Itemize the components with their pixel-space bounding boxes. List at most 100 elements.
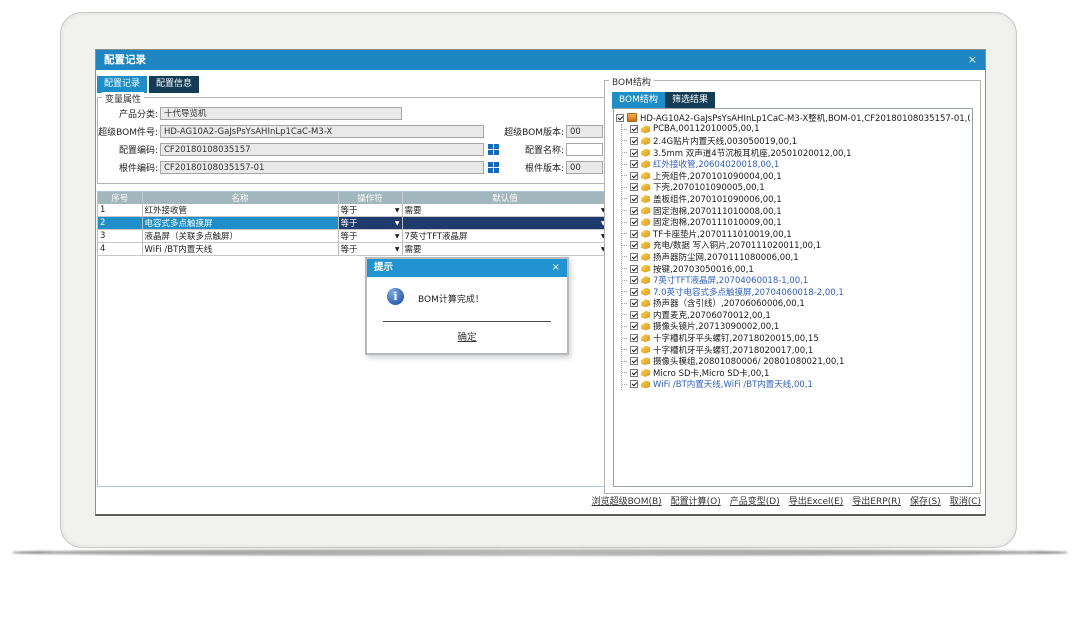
tree-item[interactable]: 固定泡棉,2070111010009,00,1 (622, 216, 970, 228)
tab-filter-result[interactable]: 筛选结果 (665, 92, 715, 109)
message-dialog: 提示 × i BOM计算完成！ 确定 (365, 257, 569, 355)
checkbox-checked-icon[interactable] (630, 218, 638, 226)
tab-config-info[interactable]: 配置信息 (149, 76, 199, 93)
tree-item[interactable]: WiFi /BT内置天线,WiFi /BT内置天线,00,1 (622, 379, 970, 391)
tree-item[interactable]: 摄像头镜片,20713090002,00,1 (622, 321, 970, 333)
dropdown-arrow-icon[interactable]: ▼ (395, 244, 400, 255)
tree-root-item[interactable]: HD-AG10A2-GaJsPsYsAHInLp1CaC-M3-X整机,BOM-… (616, 112, 970, 124)
footer-link[interactable]: 配置计算(O) (671, 494, 721, 507)
operator-combobox[interactable]: 等于▼ (338, 204, 402, 217)
operator-combobox[interactable]: 等于▼ (338, 230, 402, 243)
dropdown-arrow-icon[interactable]: ▼ (395, 205, 400, 216)
dropdown-arrow-icon[interactable]: ▼ (395, 218, 400, 229)
checkbox-checked-icon[interactable] (630, 380, 638, 388)
checkbox-checked-icon[interactable] (630, 357, 638, 365)
checkbox-checked-icon[interactable] (630, 322, 638, 330)
tree-item[interactable]: 上壳组件,2070101090004,00,1 (622, 170, 970, 182)
row-name-cell[interactable]: WiFi /BT内置天线 (142, 243, 338, 256)
footer-link[interactable]: 导出ERP(R) (852, 494, 901, 507)
lookup-grid-icon[interactable] (488, 144, 499, 155)
table-row[interactable]: 3 液晶屏（关联多点触屏） 等于▼ 7英寸TFT液晶屏▼ (98, 230, 608, 243)
part-icon (641, 311, 650, 319)
checkbox-checked-icon[interactable] (630, 253, 638, 261)
checkbox-checked-icon[interactable] (630, 241, 638, 249)
tree-item[interactable]: 十字槽机牙平头螺钉,20718020017,00,1 (622, 344, 970, 356)
checkbox-checked-icon[interactable] (630, 195, 638, 203)
table-row[interactable]: 4 WiFi /BT内置天线 等于▼ 需要▼ (98, 243, 608, 256)
checkbox-checked-icon[interactable] (630, 276, 638, 284)
table-row[interactable]: 1 红外接收管 等于▼ 需要▼ (98, 204, 608, 217)
value-combobox[interactable]: 7英寸TFT液晶屏▼ (402, 230, 608, 243)
lookup-grid-icon[interactable] (488, 162, 499, 173)
tree-item[interactable]: 摄像头模组,20801080006/ 20801080021,00,1 (622, 355, 970, 367)
tree-item[interactable]: 内置麦克,20706070012,00,1 (622, 309, 970, 321)
tree-item[interactable]: TF卡座垫片,2070111010019,00,1 (622, 228, 970, 240)
tree-item[interactable]: PCBA,00112010005,00,1 (622, 124, 970, 136)
page: 配置记录 × 配置记录 配置信息 变量属性 产品分类: 十代导览机 超级BOM件… (0, 0, 1080, 620)
checkbox-checked-icon[interactable] (630, 137, 638, 145)
config-name-field[interactable] (566, 143, 603, 156)
tree-item[interactable]: 盖板组件,2070101090006,00,1 (622, 193, 970, 205)
tree-item[interactable]: 扬声器防尘网,2070111080006,00,1 (622, 251, 970, 263)
checkbox-checked-icon[interactable] (630, 334, 638, 342)
checkbox-checked-icon[interactable] (630, 230, 638, 238)
monitor-shadow (12, 549, 1068, 556)
checkbox-checked-icon[interactable] (630, 160, 638, 168)
row-name-cell[interactable]: 电容式多点触摸屏 (142, 217, 338, 230)
checkbox-checked-icon[interactable] (630, 311, 638, 319)
row-name-cell[interactable]: 液晶屏（关联多点触屏） (142, 230, 338, 243)
dialog-close-icon[interactable]: × (552, 259, 560, 277)
tree-item[interactable]: Micro SD卡,Micro SD卡,00,1 (622, 367, 970, 379)
dropdown-arrow-icon[interactable]: ▼ (395, 231, 400, 242)
footer-link[interactable]: 产品变型(D) (730, 494, 780, 507)
value-combobox[interactable]: ▼ (402, 217, 608, 230)
tree-item[interactable]: 扬声器（含引线）,20706060006,00,1 (622, 298, 970, 310)
tree-item[interactable]: 3.5mm 双声道4节沉板耳机座,20501020012,00,1 (622, 147, 970, 159)
tree-item[interactable]: 固定泡棉,2070111010008,00,1 (622, 205, 970, 217)
ok-button[interactable]: 确定 (367, 329, 567, 343)
tab-config-record[interactable]: 配置记录 (97, 76, 147, 93)
tree-item[interactable]: 7英寸TFT液晶屏,20704060018-1,00,1 (622, 274, 970, 286)
tree-item-label: 内置麦克,20706070012,00,1 (653, 309, 771, 321)
checkbox-checked-icon[interactable] (630, 125, 638, 133)
tab-bom-structure[interactable]: BOM结构 (612, 92, 665, 109)
footer-link[interactable]: 保存(S) (910, 494, 941, 507)
window-titlebar: 配置记录 × (96, 50, 985, 70)
checkbox-checked-icon[interactable] (616, 114, 624, 122)
info-icon: i (387, 288, 404, 305)
tree-item-label: 红外接收管,20604020018,00,1 (653, 158, 779, 170)
footer-link[interactable]: 导出Excel(E) (789, 494, 844, 507)
value-combobox[interactable]: 需要▼ (402, 204, 608, 217)
tree-item[interactable]: 7.0英寸电容式多点触摸屏,20704060018-2,00,1 (622, 286, 970, 298)
tree-item[interactable]: 红外接收管,20604020018,00,1 (622, 158, 970, 170)
row-name-cell[interactable]: 红外接收管 (142, 204, 338, 217)
window-close-icon[interactable]: × (968, 50, 977, 70)
table-row[interactable]: 2 电容式多点触摸屏 等于▼ ▼ (98, 217, 608, 230)
part-icon (641, 288, 650, 296)
tree-item-label: 摄像头模组,20801080006/ 20801080021,00,1 (653, 355, 844, 367)
tree-item[interactable]: 十字槽机牙平头螺钉,20718020015,00,15 (622, 332, 970, 344)
value-combobox[interactable]: 需要▼ (402, 243, 608, 256)
checkbox-checked-icon[interactable] (630, 207, 638, 215)
super-bom-ver-field: 00 (566, 125, 603, 138)
footer-link[interactable]: 浏览超级BOM(B) (592, 494, 662, 507)
tree-item[interactable]: 下壳,2070101090005,00,1 (622, 182, 970, 194)
tree-item[interactable]: 按键,20703050016,00,1 (622, 263, 970, 275)
tree-item[interactable]: 2.4G贴片内置天线,003050019,00,1 (622, 135, 970, 147)
checkbox-checked-icon[interactable] (630, 288, 638, 296)
checkbox-checked-icon[interactable] (630, 299, 638, 307)
row-number-cell: 1 (98, 204, 142, 217)
config-record-window: 配置记录 × 配置记录 配置信息 变量属性 产品分类: 十代导览机 超级BOM件… (95, 49, 986, 516)
checkbox-checked-icon[interactable] (630, 369, 638, 377)
monitor-frame: 配置记录 × 配置记录 配置信息 变量属性 产品分类: 十代导览机 超级BOM件… (60, 12, 1017, 548)
checkbox-checked-icon[interactable] (630, 346, 638, 354)
footer-link[interactable]: 取消(C) (950, 494, 981, 507)
checkbox-checked-icon[interactable] (630, 265, 638, 273)
checkbox-checked-icon[interactable] (630, 183, 638, 191)
tree-item-label: TF卡座垫片,2070111010019,00,1 (653, 228, 792, 240)
checkbox-checked-icon[interactable] (630, 149, 638, 157)
operator-combobox[interactable]: 等于▼ (338, 243, 402, 256)
checkbox-checked-icon[interactable] (630, 172, 638, 180)
operator-combobox[interactable]: 等于▼ (338, 217, 402, 230)
tree-item[interactable]: 充电/数据 写入铜片,2070111020011,00,1 (622, 240, 970, 252)
